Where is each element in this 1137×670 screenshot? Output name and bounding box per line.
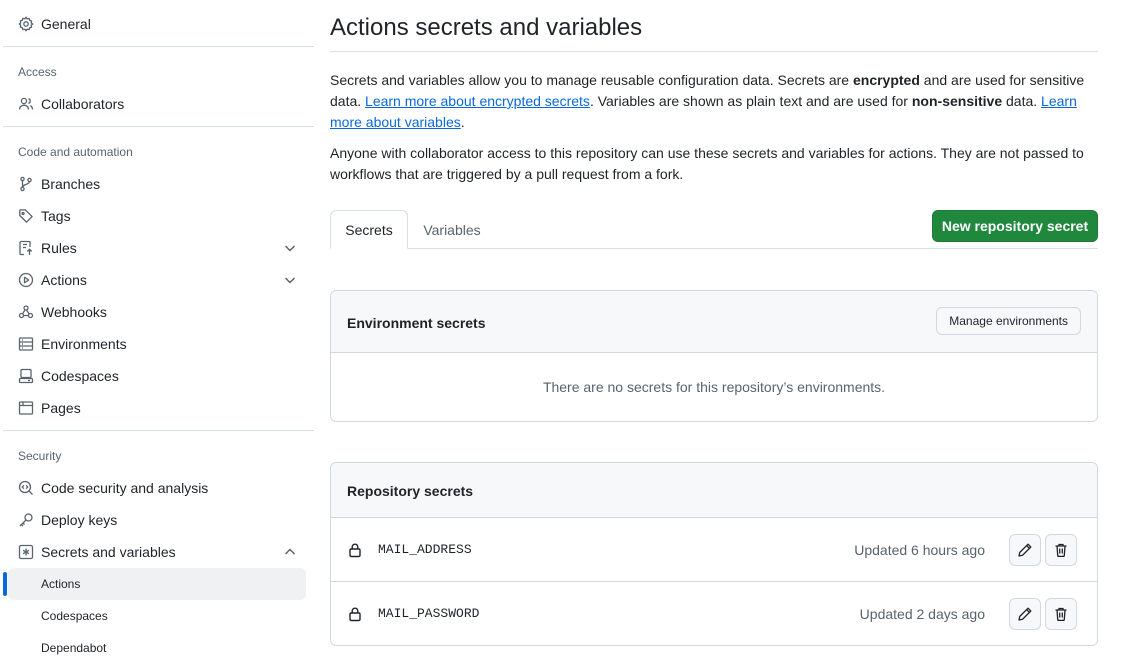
chevron-down-icon[interactable] (282, 272, 298, 288)
sidebar-item-label: Tags (41, 208, 71, 224)
sidebar-subitem-actions[interactable]: Actions (8, 568, 306, 600)
repository-secrets-box: Repository secrets MAIL_ADDRESS Updated … (330, 462, 1098, 646)
sidebar-item-label: Webhooks (41, 304, 107, 320)
webhook-icon (18, 304, 34, 320)
play-icon (18, 272, 34, 288)
sidebar-item-label: Rules (41, 240, 77, 256)
environment-secrets-header: Environment secrets Manage environments (331, 291, 1097, 353)
people-icon (18, 96, 34, 112)
active-indicator (3, 572, 7, 596)
lock-icon (347, 606, 363, 622)
sidebar-item-general[interactable]: General (8, 8, 306, 40)
new-repository-secret-button[interactable]: New repository secret (932, 210, 1098, 242)
intro-paragraph: Secrets and variables allow you to manag… (330, 70, 1098, 133)
section-heading-access: Access (18, 65, 57, 79)
intro-text: . (460, 114, 465, 130)
tab-secrets[interactable]: Secrets (330, 210, 408, 249)
secret-name: MAIL_ADDRESS (378, 542, 472, 557)
edit-secret-button[interactable] (1009, 534, 1041, 566)
sidebar-item-label: Pages (41, 400, 81, 416)
lock-icon (347, 542, 363, 558)
section-heading-security: Security (18, 449, 62, 463)
sidebar-item-deploy-keys[interactable]: Deploy keys (8, 504, 306, 536)
secret-updated-time: Updated 2 days ago (859, 606, 985, 622)
sidebar-item-label: Secrets and variables (41, 544, 176, 560)
asterisk-icon (18, 544, 34, 560)
trash-icon (1053, 542, 1069, 558)
section-heading-code-automation: Code and automation (18, 145, 133, 159)
sidebar-item-secrets-variables[interactable]: Secrets and variables (8, 536, 306, 568)
secret-row: MAIL_ADDRESS Updated 6 hours ago (331, 517, 1097, 581)
repository-secrets-header: Repository secrets (331, 463, 1097, 517)
sidebar-subitem-label: Codespaces (41, 609, 108, 623)
page-title: Actions secrets and variables (330, 14, 643, 41)
sidebar-item-environments[interactable]: Environments (8, 328, 306, 360)
intro-text: data. (1002, 93, 1042, 109)
server-icon (18, 336, 34, 352)
sidebar-item-label: Codespaces (41, 368, 119, 384)
intro-bold-encrypted: encrypted (852, 72, 920, 88)
gear-icon (18, 16, 34, 32)
manage-environments-button[interactable]: Manage environments (936, 307, 1081, 335)
secret-row: MAIL_PASSWORD Updated 2 days ago (331, 581, 1097, 645)
tag-icon (18, 208, 34, 224)
sidebar-item-label: Environments (41, 336, 127, 352)
git-branch-icon (18, 176, 34, 192)
sidebar-item-label: General (41, 16, 91, 32)
chevron-up-icon[interactable] (282, 544, 298, 560)
sidebar-item-label: Code security and analysis (41, 480, 209, 496)
sidebar-divider (3, 430, 314, 431)
sidebar-item-label: Branches (41, 176, 101, 192)
environment-secrets-title: Environment secrets (347, 315, 486, 331)
repo-push-icon (18, 240, 34, 256)
key-icon (18, 512, 34, 528)
codespaces-icon (18, 368, 34, 384)
sidebar-divider (3, 46, 314, 47)
sidebar-item-pages[interactable]: Pages (8, 392, 306, 424)
environment-secrets-box: Environment secrets Manage environments … (330, 290, 1098, 422)
chevron-down-icon[interactable] (282, 240, 298, 256)
intro-text: Secrets and variables allow you to manag… (330, 72, 853, 88)
sidebar-subitem-dependabot[interactable]: Dependabot (8, 632, 306, 664)
access-notice: Anyone with collaborator access to this … (330, 145, 1084, 182)
sidebar-item-rules[interactable]: Rules (8, 232, 306, 264)
sidebar-item-branches[interactable]: Branches (8, 168, 306, 200)
sidebar-item-tags[interactable]: Tags (8, 200, 306, 232)
trash-icon (1053, 606, 1069, 622)
sidebar-subitem-label: Actions (41, 577, 81, 591)
tab-variables[interactable]: Variables (408, 210, 496, 249)
intro-text: . Variables are shown as plain text and … (589, 93, 912, 109)
intro-bold-non-sensitive: non-sensitive (911, 93, 1003, 109)
secret-name: MAIL_PASSWORD (378, 606, 480, 621)
sidebar-item-label: Actions (41, 272, 87, 288)
sidebar-subitem-label: Dependabot (41, 641, 107, 655)
sidebar-subitem-codespaces[interactable]: Codespaces (8, 600, 306, 632)
delete-secret-button[interactable] (1045, 598, 1077, 630)
repository-secrets-title: Repository secrets (347, 483, 474, 499)
title-divider (330, 51, 1098, 52)
sidebar-item-label: Collaborators (41, 96, 125, 112)
pencil-icon (1017, 606, 1033, 622)
sidebar-item-code-security[interactable]: Code security and analysis (8, 472, 306, 504)
sidebar-item-webhooks[interactable]: Webhooks (8, 296, 306, 328)
learn-more-secrets-link[interactable]: Learn more about encrypted secrets (365, 93, 590, 109)
sidebar-item-label: Deploy keys (41, 512, 118, 528)
sidebar-item-codespaces[interactable]: Codespaces (8, 360, 306, 392)
edit-secret-button[interactable] (1009, 598, 1041, 630)
sidebar-divider (3, 126, 314, 127)
pencil-icon (1017, 542, 1033, 558)
secret-updated-time: Updated 6 hours ago (854, 542, 985, 558)
settings-sidebar: General Access Collaborators Code and au… (0, 0, 318, 670)
browser-icon (18, 400, 34, 416)
empty-state-text: There are no secrets for this repository… (542, 379, 886, 395)
sidebar-item-actions[interactable]: Actions (8, 264, 306, 296)
codescan-icon (18, 480, 34, 496)
delete-secret-button[interactable] (1045, 534, 1077, 566)
sidebar-item-collaborators[interactable]: Collaborators (8, 88, 306, 120)
